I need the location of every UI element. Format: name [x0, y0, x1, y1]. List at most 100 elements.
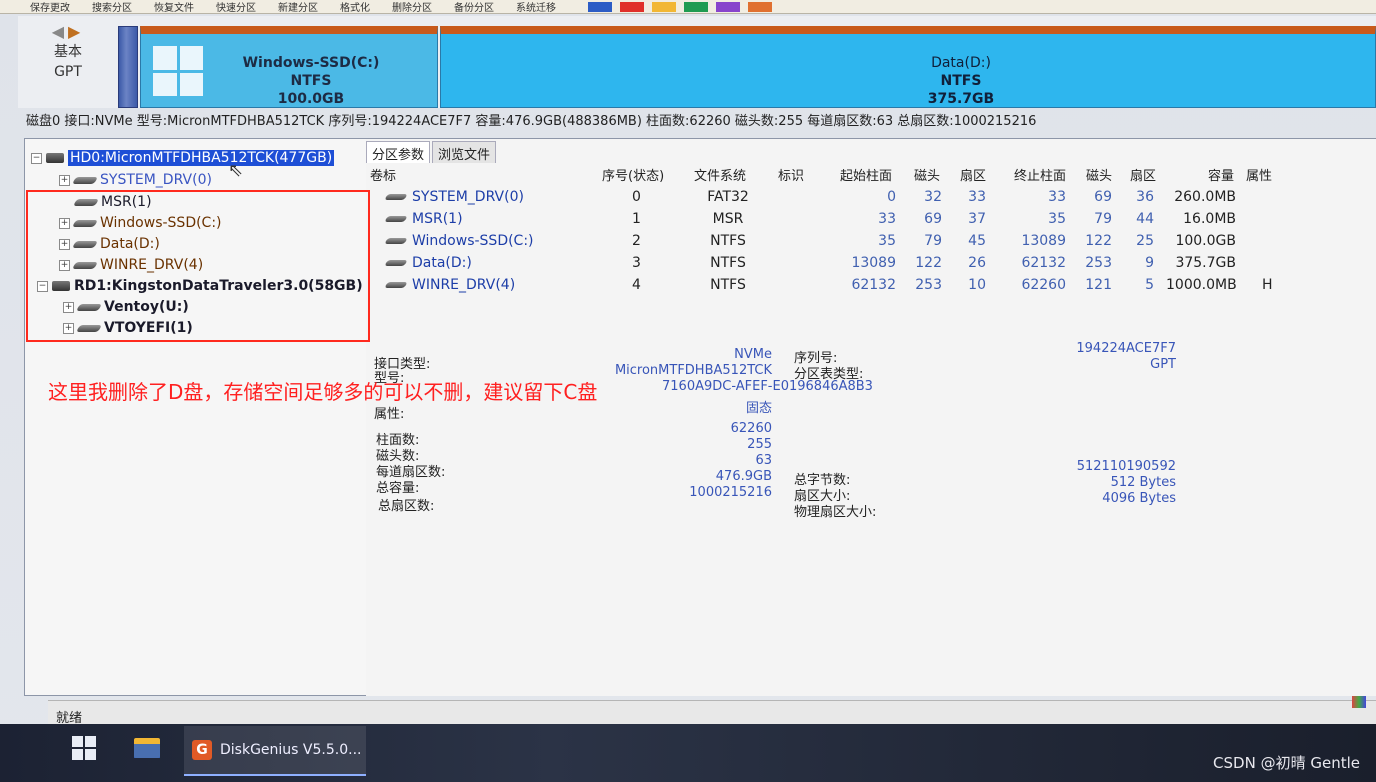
col-end-cyl[interactable]: 终止柱面	[1014, 165, 1066, 184]
col-start-sector[interactable]: 扇区	[960, 165, 986, 184]
toolbar-icon[interactable]	[588, 1, 612, 12]
table-row[interactable]: Windows-SSD(C:) 2 NTFS 35 79 45 13089 122 25 100.…	[366, 233, 1376, 255]
table-row[interactable]: SYSTEM_DRV(0) 0 FAT32 0 32 33 33 69 36 260.0MB	[366, 189, 1376, 211]
partition-block-system[interactable]	[118, 26, 138, 108]
tree-item-vtoyefi[interactable]: + VTOYEFI(1)	[63, 317, 193, 339]
tree-item-winre[interactable]: + WINRE_DRV(4)	[59, 254, 203, 276]
expand-icon[interactable]: +	[59, 217, 70, 229]
partition-icon	[384, 194, 408, 200]
disk-tree: − HD0:MicronMTFDHBA512TCK(477GB) + SYSTE…	[24, 138, 384, 696]
tree-item-system[interactable]: + SYSTEM_DRV(0)	[59, 169, 212, 191]
toolbar-recover-files[interactable]: 恢复文件	[154, 0, 194, 13]
row-ss: 37	[968, 211, 986, 227]
partition-fs: NTFS	[290, 73, 332, 89]
taskbar-app-diskgenius[interactable]: G DiskGenius V5.5.0...	[184, 726, 366, 776]
expand-icon[interactable]: +	[59, 174, 70, 186]
partition-size: 375.7GB	[927, 91, 995, 107]
row-es: 36	[1136, 189, 1154, 205]
tree-item-windows[interactable]: + Windows-SSD(C:)	[59, 212, 222, 234]
partition-block-windows[interactable]: Windows-SSD(C:) NTFS 100.0GB	[140, 26, 438, 108]
row-volume: SYSTEM_DRV(0)	[384, 189, 524, 205]
heads-value: 255	[747, 437, 772, 452]
col-start-cyl[interactable]: 起始柱面	[840, 165, 892, 184]
expand-icon[interactable]: +	[63, 301, 74, 313]
attr-label: 属性:	[374, 407, 405, 422]
toolbar-search-partition[interactable]: 搜索分区	[92, 0, 132, 13]
tree-disk0-label: HD0:MicronMTFDHBA512TCK(477GB)	[68, 150, 335, 166]
partition-icon	[384, 216, 408, 222]
col-start-head[interactable]: 磁头	[914, 165, 940, 184]
tree-item-data[interactable]: + Data(D:)	[59, 233, 160, 255]
tree-disk1[interactable]: − RD1:KingstonDataTraveler3.0(58GB)	[37, 275, 363, 297]
col-capacity[interactable]: 容量	[1208, 165, 1234, 184]
row-volume: Windows-SSD(C:)	[384, 233, 534, 249]
toolbar-delete-partition[interactable]: 删除分区	[392, 0, 432, 13]
row-idx: 1	[632, 211, 641, 227]
toolbar-migrate[interactable]: 系统迁移	[516, 0, 556, 13]
disk-nav-arrows[interactable]: ◀▶	[18, 22, 118, 42]
col-attr[interactable]: 属性	[1246, 165, 1272, 184]
toolbar-icon[interactable]	[748, 1, 772, 12]
screen: 保存更改 搜索分区 恢复文件 快速分区 新建分区 格式化 删除分区 备份分区 系…	[0, 0, 1376, 782]
tree-disk0[interactable]: − HD0:MicronMTFDHBA512TCK(477GB)	[31, 147, 335, 169]
toolbar-new-partition[interactable]: 新建分区	[278, 0, 318, 13]
toolbar-save[interactable]: 保存更改	[30, 0, 70, 13]
col-end-head[interactable]: 磁头	[1086, 165, 1112, 184]
table-row[interactable]: WINRE_DRV(4) 4 NTFS 62132 253 10 62260 121 5 1000…	[366, 277, 1376, 299]
row-fs: NTFS	[710, 277, 746, 293]
col-end-sector[interactable]: 扇区	[1130, 165, 1156, 184]
tab-partition-params[interactable]: 分区参数	[366, 141, 431, 163]
row-eh: 121	[1085, 277, 1112, 293]
tree-item-msr[interactable]: MSR(1)	[72, 191, 152, 213]
row-ss: 45	[968, 233, 986, 249]
tree-item-label: WINRE_DRV(4)	[100, 257, 204, 273]
toolbar-icon[interactable]	[652, 1, 676, 12]
toolbar-icons	[588, 1, 772, 12]
partition-block-data-label: Data(D:) NTFS 375.7GB	[901, 54, 1021, 108]
row-sc: 0	[887, 189, 896, 205]
expand-icon[interactable]: +	[59, 238, 70, 250]
row-idx: 2	[632, 233, 641, 249]
row-fs: NTFS	[710, 233, 746, 249]
expand-icon[interactable]: +	[59, 259, 70, 271]
row-sh: 122	[915, 255, 942, 271]
status-bar: 就绪	[48, 700, 1376, 726]
col-volume[interactable]: 卷标	[370, 165, 396, 184]
toolbar-icon[interactable]	[684, 1, 708, 12]
table-row[interactable]: Data(D:) 3 NTFS 13089 122 26 62132 253 9 375.7GB	[366, 255, 1376, 277]
collapse-icon[interactable]: −	[37, 280, 48, 292]
toolbar-format[interactable]: 格式化	[340, 0, 370, 13]
tab-browse-files[interactable]: 浏览文件	[432, 141, 497, 163]
windows-start-icon[interactable]	[72, 736, 96, 760]
tray-icon[interactable]	[1352, 696, 1366, 708]
tree-item-label: Windows-SSD(C:)	[100, 215, 222, 231]
row-volume-label: Data(D:)	[412, 255, 472, 271]
col-index[interactable]: 序号(状态)	[602, 165, 664, 184]
next-disk-icon[interactable]: ▶	[68, 22, 84, 41]
partition-fs: NTFS	[940, 73, 982, 89]
toolbar-backup-partition[interactable]: 备份分区	[454, 0, 494, 13]
row-idx: 3	[632, 255, 641, 271]
annotation-text: 这里我删除了D盘，存储空间足够多的可以不删，建议留下C盘	[48, 380, 598, 404]
toolbar-icon[interactable]	[620, 1, 644, 12]
col-fs[interactable]: 文件系统	[694, 165, 746, 184]
row-sc: 13089	[851, 255, 896, 271]
col-id[interactable]: 标识	[778, 165, 804, 184]
expand-icon[interactable]: +	[63, 322, 74, 334]
prev-disk-icon[interactable]: ◀	[52, 22, 68, 41]
disk-info-line: 磁盘0 接口:NVMe 型号:MicronMTFDHBA512TCK 序列号:1…	[26, 114, 1037, 129]
tree-item-ventoy[interactable]: + Ventoy(U:)	[63, 296, 189, 318]
collapse-icon[interactable]: −	[31, 152, 42, 164]
toolbar-quick-partition[interactable]: 快速分区	[216, 0, 256, 13]
toolbar-icon[interactable]	[716, 1, 740, 12]
row-fs: NTFS	[710, 255, 746, 271]
table-row[interactable]: MSR(1) 1 MSR 33 69 37 35 79 44 16.0MB	[366, 211, 1376, 233]
row-idx: 4	[632, 277, 641, 293]
row-cap: 100.0GB	[1175, 233, 1236, 249]
row-idx: 0	[632, 189, 641, 205]
row-volume-label: MSR(1)	[412, 211, 463, 227]
tree-item-label: Data(D:)	[100, 236, 160, 252]
partition-block-data[interactable]: Data(D:) NTFS 375.7GB	[440, 26, 1376, 108]
file-explorer-icon[interactable]	[134, 738, 160, 758]
row-ss: 26	[968, 255, 986, 271]
